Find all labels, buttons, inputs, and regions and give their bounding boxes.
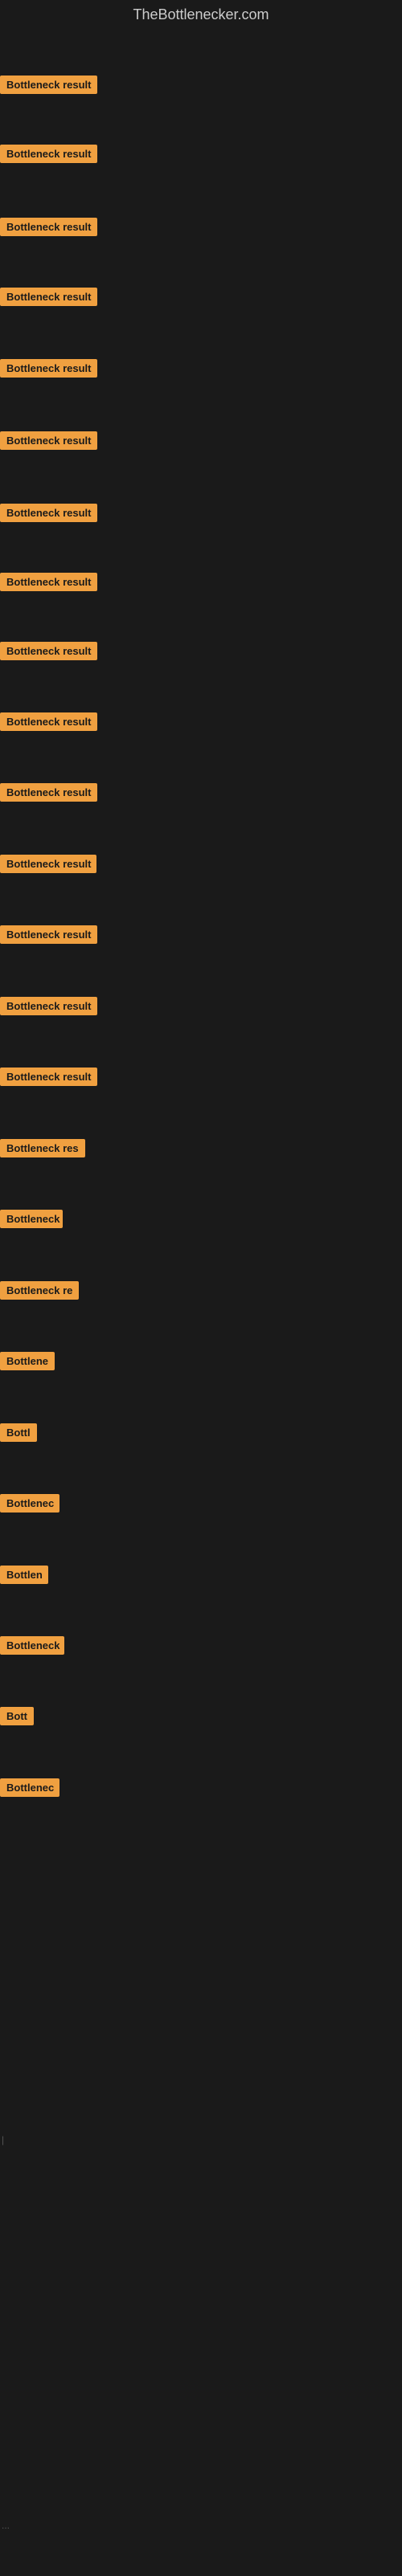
bottleneck-badge-item[interactable]: Bottleneck result [0,925,97,948]
bottleneck-label: Bottl [0,1423,37,1442]
bottleneck-label: Bottleneck result [0,76,97,94]
bottleneck-badge-item[interactable]: Bottleneck result [0,783,97,806]
bottleneck-label: Bottleneck result [0,359,97,378]
bottleneck-badge-item[interactable]: Bottleneck result [0,431,97,454]
bottleneck-badge-item[interactable]: Bottleneck [0,1210,63,1232]
bottleneck-label: Bottleneck result [0,783,97,802]
bottleneck-label: Bottleneck result [0,855,96,873]
bottleneck-label: Bott [0,1707,34,1725]
bottleneck-badge-item[interactable]: Bottleneck result [0,76,97,98]
bottleneck-badge-item[interactable]: Bottleneck result [0,288,97,310]
bottleneck-label: Bottleneck result [0,218,97,236]
mark-indicator: ... [2,2520,10,2531]
bottleneck-label: Bottleneck result [0,573,97,591]
bottleneck-badge-item[interactable]: Bottleneck result [0,997,97,1019]
bottleneck-badge-item[interactable]: Bottleneck [0,1636,64,1659]
bottleneck-badge-item[interactable]: Bottleneck result [0,855,96,877]
bottleneck-label: Bottleneck res [0,1139,85,1157]
bottleneck-badge-item[interactable]: Bottleneck result [0,573,97,595]
bottleneck-label: Bottleneck result [0,997,97,1015]
bottleneck-badge-item[interactable]: Bottleneck result [0,1068,97,1090]
bottleneck-label: Bottlene [0,1352,55,1370]
bottleneck-badge-item[interactable]: Bottlene [0,1352,55,1374]
bottleneck-label: Bottleneck [0,1636,64,1655]
bottleneck-label: Bottleneck re [0,1281,79,1300]
bottleneck-label: Bottleneck result [0,925,97,944]
bottleneck-label: Bottlen [0,1566,48,1584]
bottleneck-label: Bottleneck result [0,431,97,450]
bottleneck-label: Bottleneck result [0,712,97,731]
bottleneck-label: Bottleneck result [0,288,97,306]
bottleneck-badge-item[interactable]: Bottleneck result [0,712,97,735]
bottleneck-label: Bottlenec [0,1494,59,1513]
bottleneck-badge-item[interactable]: Bottleneck result [0,359,97,382]
bottleneck-label: Bottleneck result [0,1068,97,1086]
bottleneck-badge-item[interactable]: Bottl [0,1423,37,1446]
bottleneck-badge-item[interactable]: Bottleneck result [0,145,97,167]
bottleneck-badge-item[interactable]: Bottleneck result [0,642,97,664]
bottleneck-badge-item[interactable]: Bottlenec [0,1778,59,1801]
site-title: TheBottlenecker.com [0,0,402,30]
bottleneck-badge-item[interactable]: Bottleneck re [0,1281,79,1304]
bottleneck-label: Bottleneck [0,1210,63,1228]
bottleneck-label: Bottlenec [0,1778,59,1797]
bottleneck-label: Bottleneck result [0,642,97,660]
mark-indicator: | [2,2134,4,2145]
bottleneck-label: Bottleneck result [0,504,97,522]
bottleneck-badge-item[interactable]: Bottleneck result [0,218,97,240]
bottleneck-badge-item[interactable]: Bottleneck result [0,504,97,526]
bottleneck-label: Bottleneck result [0,145,97,163]
bottleneck-badge-item[interactable]: Bottleneck res [0,1139,85,1161]
bottleneck-badge-item[interactable]: Bott [0,1707,34,1729]
bottleneck-badge-item[interactable]: Bottlen [0,1566,48,1588]
bottleneck-badge-item[interactable]: Bottlenec [0,1494,59,1517]
